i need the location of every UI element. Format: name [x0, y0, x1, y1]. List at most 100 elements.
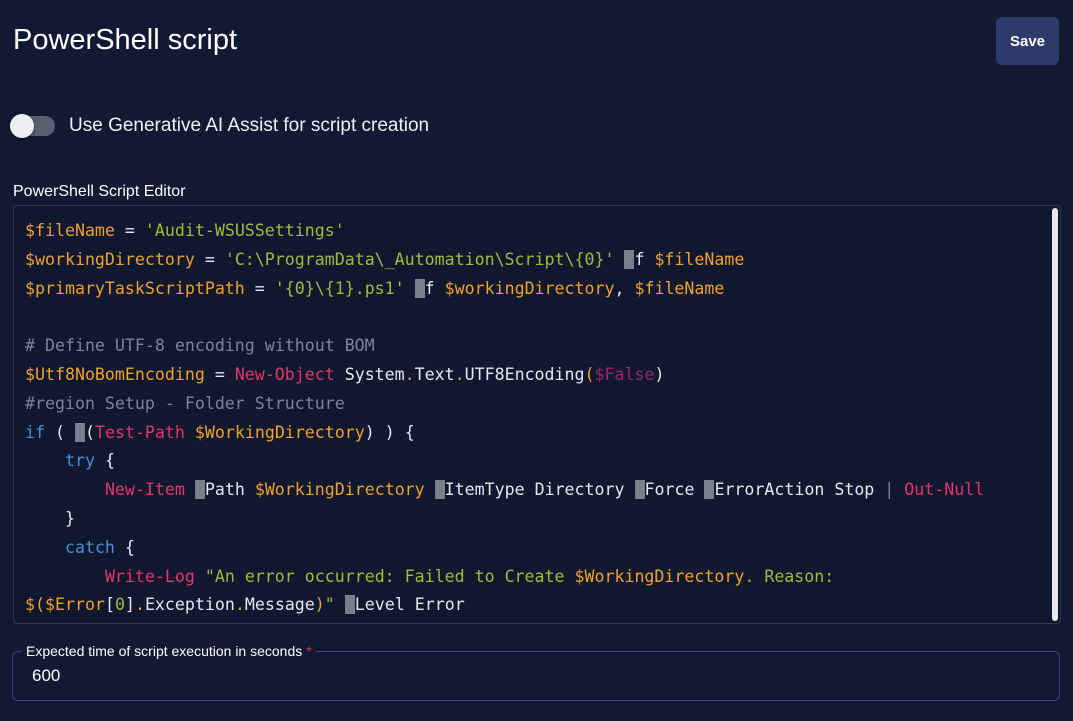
code-token: .: [134, 595, 145, 615]
code-token: try: [64, 451, 95, 471]
code-token: 'C:\ProgramData\_Automation\Script\{0}': [224, 249, 615, 269]
script-editor[interactable]: $fileName = 'Audit-WSUSSettings' $working…: [13, 205, 1061, 624]
code-token: $fileName: [25, 221, 115, 240]
code-token: Text: [414, 364, 455, 384]
code-line: }: [25, 505, 1046, 534]
code-token: -: [414, 278, 425, 298]
code-token: -: [624, 249, 635, 269]
code-token: |: [884, 480, 895, 500]
code-token: $WorkingDirectory: [254, 480, 425, 500]
code-token: {: [114, 537, 135, 557]
code-token: $primaryTaskScriptPath: [25, 278, 245, 298]
code-token: Level Error: [354, 595, 465, 615]
code-token: (: [584, 364, 595, 384]
code-token: ": [324, 595, 335, 615]
code-token: $WorkingDirectory: [194, 422, 365, 442]
toggle-knob: [10, 114, 34, 138]
code-token: $workingDirectory: [444, 278, 615, 298]
ai-assist-label: Use Generative AI Assist for script crea…: [69, 115, 430, 136]
code-token: ): [654, 364, 665, 384]
code-token: Test-Path: [94, 422, 185, 442]
code-token: UTF8Encoding: [464, 364, 585, 384]
code-line: catch {: [25, 534, 1046, 563]
code-token: $False: [594, 364, 655, 384]
editor-label: PowerShell Script Editor: [13, 183, 186, 200]
code-token: Write-Log: [104, 566, 195, 586]
code-token: 'Audit-WSUSSettings': [144, 221, 345, 240]
code-token: -: [634, 480, 645, 500]
code-token: =: [204, 364, 235, 384]
code-token: "An error occurred: Failed to Create: [204, 566, 575, 586]
code-token: $WorkingDirectory: [574, 566, 745, 586]
code-token: catch: [64, 537, 115, 557]
code-token: }: [25, 508, 75, 528]
code-line: try {: [25, 447, 1046, 476]
code-token: ): [314, 595, 325, 615]
required-mark: *: [306, 643, 312, 659]
save-button[interactable]: Save: [996, 17, 1059, 65]
code-token: #region Setup - Folder Structure: [25, 393, 345, 413]
code-token: $Utf8NoBomEncoding: [25, 364, 205, 384]
code-line: $Utf8NoBomEncoding = New-Object System.T…: [25, 361, 1046, 390]
ai-assist-toggle[interactable]: [10, 114, 55, 138]
code-area[interactable]: $fileName = 'Audit-WSUSSettings' $working…: [25, 217, 1046, 620]
code-line: if ( !(Test-Path $WorkingDirectory) ) {: [25, 419, 1046, 448]
code-token: Force: [644, 480, 705, 500]
code-token: (: [84, 422, 95, 442]
code-token: New-Object: [234, 364, 335, 384]
code-token: -: [434, 480, 445, 500]
code-token: Out-Null: [904, 480, 985, 500]
code-line: $($Error[0].Exception.Message)" -Level E…: [25, 591, 1046, 620]
code-token: ) ) {: [364, 422, 415, 442]
code-token: . Reason:: [744, 566, 835, 586]
timeout-label: Expected time of script execution in sec…: [22, 643, 316, 659]
code-token: Path: [204, 480, 255, 500]
code-token: .: [234, 595, 245, 615]
code-token: !: [74, 422, 85, 442]
code-token: $fileName: [634, 278, 725, 298]
code-token: '{0}\{1}.ps1': [274, 278, 405, 298]
code-token: ErrorAction Stop: [714, 480, 885, 500]
code-token: ,: [614, 278, 635, 298]
code-token: f: [634, 249, 655, 269]
code-token: -: [344, 595, 355, 615]
code-token: $fileName: [654, 249, 745, 269]
page-title: PowerShell script: [13, 24, 238, 56]
code-token: # Define UTF-8 encoding without BOM: [25, 336, 375, 356]
code-line: New-Item -Path $WorkingDirectory -ItemTy…: [25, 476, 1046, 505]
code-line: #region Setup - Folder Structure: [25, 390, 1046, 419]
code-line: $primaryTaskScriptPath = '{0}\{1}.ps1' -…: [25, 275, 1046, 304]
code-token: $Error: [44, 595, 105, 615]
code-token: (: [44, 422, 75, 442]
code-token: if: [25, 422, 45, 442]
code-token: .: [404, 364, 415, 384]
ai-assist-row: Use Generative AI Assist for script crea…: [10, 112, 429, 140]
code-token: Exception: [144, 595, 235, 615]
code-token: $(: [25, 595, 45, 615]
code-token: $workingDirectory: [25, 249, 195, 269]
editor-scrollbar[interactable]: [1052, 208, 1058, 621]
code-token: Message: [244, 595, 315, 615]
code-token: f: [424, 278, 445, 298]
code-line: $fileName = 'Audit-WSUSSettings': [25, 217, 1046, 246]
timeout-input[interactable]: [30, 665, 934, 687]
code-token: {: [94, 451, 115, 471]
code-token: System: [334, 364, 405, 384]
code-token: -: [194, 480, 205, 500]
code-token: .: [454, 364, 465, 384]
code-token: -: [704, 480, 715, 500]
code-token: =: [114, 221, 145, 240]
